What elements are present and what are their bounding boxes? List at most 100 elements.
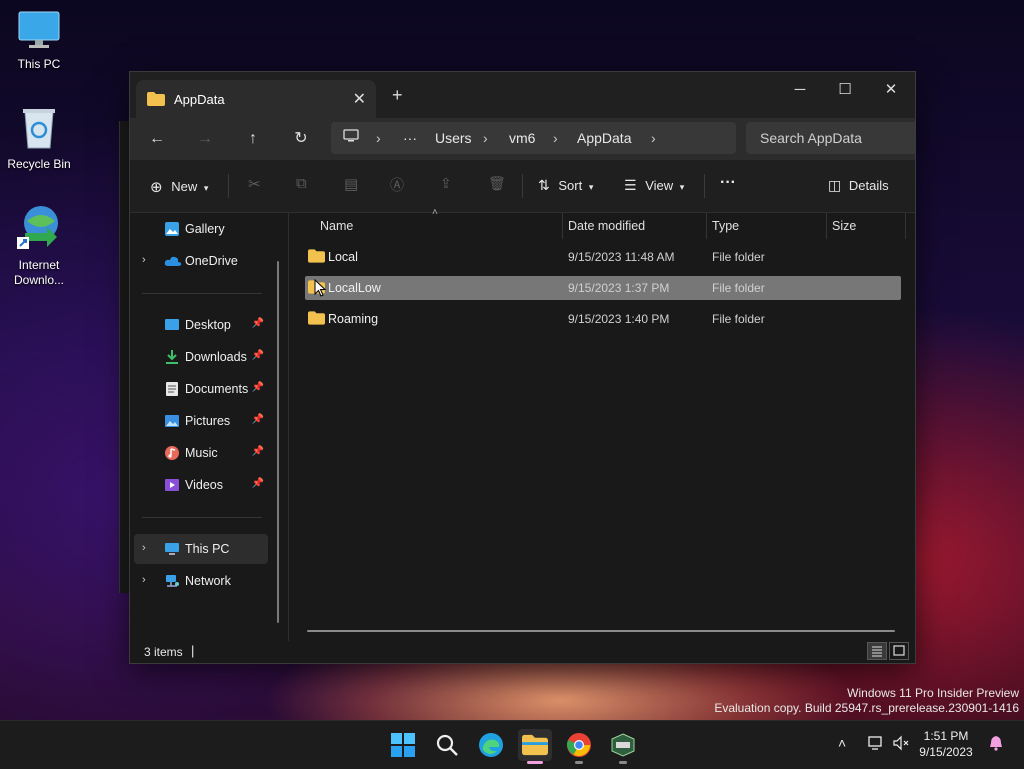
file-date: 9/15/2023 11:48 AM [568,250,675,264]
share-icon[interactable]: ⇪ [440,175,452,192]
search-placeholder: Search AppData [760,130,862,146]
clock[interactable]: 1:51 PM 9/15/2023 [908,728,984,760]
chevron-right-icon[interactable]: › [142,574,146,586]
breadcrumb-appdata[interactable]: AppData [577,130,631,146]
file-name: Roaming [328,312,379,326]
tiles-view-button[interactable] [889,642,909,660]
pin-icon[interactable]: 📌 [252,446,264,457]
details-button[interactable]: ◫ Details [828,177,889,194]
chevron-right-icon[interactable]: › [142,254,146,266]
download-icon [164,349,180,365]
address-bar[interactable]: › ··· Users › vm6 › AppData › [331,122,736,154]
sidebar-item-desktop[interactable]: Desktop 📌 [134,310,268,340]
breadcrumb-more[interactable]: ··· [403,130,417,146]
new-tab-button[interactable]: + [392,85,403,106]
pin-icon[interactable]: 📌 [252,382,264,393]
pin-icon[interactable]: 📌 [252,318,264,329]
minimize-button[interactable]: ─ [778,76,822,104]
breadcrumb-vm6[interactable]: vm6 [509,130,535,146]
notification-bell-icon[interactable] [988,735,1004,754]
column-divider[interactable] [826,213,827,239]
table-row[interactable]: LocalLow 9/15/2023 1:37 PM File folder [305,276,901,300]
close-tab-icon[interactable]: ✕ [353,89,366,109]
app-button[interactable] [606,729,640,764]
sidebar-item-label: Music [185,446,218,460]
sidebar-item-gallery[interactable]: Gallery [134,214,268,244]
chevron-down-icon: ▾ [588,182,594,192]
cut-icon[interactable]: ✂ [248,175,261,193]
sidebar-item-downloads[interactable]: Downloads 📌 [134,342,268,372]
new-button[interactable]: ⊕ New ▾ [150,177,208,196]
navigation-bar: ← → ↑ ↻ › ··· Users › vm6 › AppData › Se… [130,118,915,160]
column-divider[interactable] [706,213,707,239]
maximize-button[interactable]: ☐ [823,76,867,104]
horizontal-scrollbar[interactable] [307,630,895,632]
sort-icon: ⇅ [538,177,550,193]
column-divider[interactable] [905,213,906,239]
globe-icon [1,203,77,254]
computer-icon[interactable] [343,128,359,147]
desktop-icon [164,317,180,333]
column-divider[interactable] [562,213,563,239]
chevron-right-icon[interactable]: › [483,130,488,146]
copy-icon[interactable]: ⧉ [296,175,307,192]
chevron-right-icon[interactable]: › [376,130,381,146]
back-arrow-icon[interactable]: ← [144,126,170,152]
start-button[interactable] [386,729,420,761]
desktop-icon-idm[interactable]: Internet Downlo... [1,203,77,288]
view-button[interactable]: ☰ View ▾ [624,177,684,194]
recycle-bin-icon [1,106,77,153]
chevron-up-icon[interactable]: ˄ [838,735,846,751]
desktop-icon-recycle-bin[interactable]: Recycle Bin [1,106,77,171]
table-row[interactable]: Roaming 9/15/2023 1:40 PM File folder [305,307,901,331]
search-button[interactable] [430,729,464,761]
column-header-type[interactable]: Type [712,219,739,233]
divider [228,174,229,198]
breadcrumb-users[interactable]: Users [435,130,472,146]
status-bar: 3 items | [130,641,915,663]
sort-button[interactable]: ⇅ Sort ▾ [538,177,593,194]
cloud-icon [164,253,182,269]
title-bar: AppData ✕ + ─ ☐ ✕ [130,72,915,118]
chevron-right-icon[interactable]: › [651,130,656,146]
chevron-down-icon: ▾ [679,182,685,192]
delete-icon[interactable]: 🗑 [488,175,506,192]
chrome-button[interactable] [562,729,596,764]
sidebar-item-music[interactable]: Music 📌 [134,438,268,468]
divider [522,174,523,198]
file-explorer-button[interactable] [518,729,552,764]
table-row[interactable]: Local 9/15/2023 11:48 AM File folder [305,245,901,269]
refresh-icon[interactable]: ↻ [288,126,314,152]
sidebar-item-onedrive[interactable]: › OneDrive [134,246,268,276]
network-icon[interactable] [868,735,884,754]
search-box[interactable]: Search AppData [746,122,915,154]
details-view-button[interactable] [867,642,887,660]
paste-icon[interactable]: ▤ [344,175,358,193]
tab-appdata[interactable]: AppData ✕ [136,80,376,118]
chevron-right-icon[interactable]: › [553,130,558,146]
up-arrow-icon[interactable]: ↑ [240,126,266,152]
pin-icon[interactable]: 📌 [252,478,264,489]
sidebar-item-videos[interactable]: Videos 📌 [134,470,268,500]
column-header-size[interactable]: Size [832,219,856,233]
more-options-button[interactable]: ··· [720,174,736,192]
computer-icon [164,541,180,557]
forward-arrow-icon[interactable]: → [192,126,218,152]
close-button[interactable]: ✕ [869,76,913,104]
sidebar-item-documents[interactable]: Documents 📌 [134,374,268,404]
chevron-right-icon[interactable]: › [142,542,146,554]
edge-icon [479,733,503,757]
edge-button[interactable] [474,729,508,761]
sidebar-item-network[interactable]: › Network [134,566,268,596]
desktop-icon-this-pc[interactable]: This PC [1,10,77,71]
column-header-name[interactable]: Name [320,219,353,233]
view-list-icon: ☰ [624,177,637,193]
sidebar-item-pictures[interactable]: Pictures 📌 [134,406,268,436]
pin-icon[interactable]: 📌 [252,350,264,361]
new-label: New [171,179,198,194]
rename-icon[interactable]: Ⓐ [390,175,404,195]
pin-icon[interactable]: 📌 [252,414,264,425]
sidebar-item-this-pc[interactable]: › This PC [134,534,268,564]
column-header-date[interactable]: Date modified [568,219,645,233]
sidebar-scrollbar[interactable] [277,261,279,623]
